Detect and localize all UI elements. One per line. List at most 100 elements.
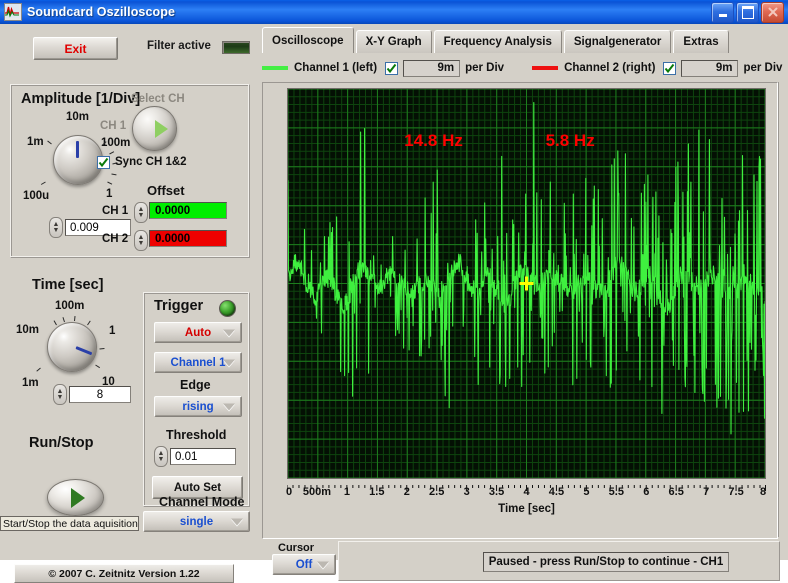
tab-extras[interactable]: Extras [673, 30, 729, 53]
offset-ch2-field[interactable]: ▲ ▼ [134, 230, 148, 251]
x-tick-label: 4.5 [548, 486, 565, 498]
channel-1-per-div-value[interactable]: 9m [403, 59, 461, 77]
x-tick-label: 6.5 [668, 486, 684, 498]
offset-ch2-spinner[interactable]: ▲ ▼ [134, 230, 148, 251]
channel-2-checkbox[interactable] [663, 61, 677, 75]
x-tick-label: 5.5 [608, 486, 624, 498]
offset-ch1-label: CH 1 [102, 205, 129, 217]
run-stop-tooltip: Start/Stop the data aquisition [0, 516, 139, 531]
window-controls [711, 1, 784, 23]
amplitude-tick-10m: 10m [66, 111, 90, 123]
tab-signalgenerator[interactable]: Signalgenerator [563, 30, 672, 53]
exit-button[interactable]: Exit [33, 37, 118, 60]
amplitude-tick-1m: 1m [27, 136, 44, 148]
time-value-field[interactable]: ▲ ▼ 8 [53, 384, 131, 405]
trigger-channel-value: Channel 1 [170, 356, 226, 369]
knob-tick [53, 320, 57, 326]
channel-1-color-swatch [262, 66, 288, 70]
status-bar: Paused - press Run/Stop to continue - CH… [338, 541, 780, 581]
cursor-dropdown[interactable]: Off [272, 554, 336, 575]
right-panel: Oscilloscope X-Y Graph Frequency Analysi… [258, 24, 788, 581]
amplitude-knob-pointer [76, 141, 79, 158]
time-tick-100m: 100m [55, 300, 85, 312]
run-stop-button[interactable] [47, 479, 104, 516]
channel-mode-value: single [179, 515, 214, 528]
window-title: Soundcard Oszilloscope [27, 5, 176, 19]
annotation-frequency-2: 5.8 Hz [545, 131, 595, 151]
offset-ch2-value[interactable]: 0.0000 [149, 230, 227, 247]
tab-xy-graph[interactable]: X-Y Graph [355, 30, 432, 53]
cursor-value: Off [295, 558, 313, 571]
time-knob[interactable] [47, 322, 97, 372]
tab-bar: Oscilloscope X-Y Graph Frequency Analysi… [262, 27, 731, 53]
knob-tick [111, 173, 117, 176]
time-spinner[interactable]: ▲ ▼ [53, 384, 67, 405]
chevron-down-icon [231, 518, 243, 525]
channel-controls-row: Channel 1 (left) 9m per Div Channel 2 (r… [262, 57, 782, 79]
offset-ch1-spinner[interactable]: ▲ ▼ [134, 202, 148, 223]
channel-2-per-div-value[interactable]: 9m [681, 59, 739, 77]
offset-ch1-value[interactable]: 0.0000 [149, 202, 227, 219]
x-tick-label: 7 [703, 486, 710, 498]
app-window: Soundcard Oszilloscope Exit Filter activ… [0, 0, 788, 583]
knob-tick [62, 317, 65, 323]
filter-active-indicator [222, 41, 250, 54]
x-tick-label: 1.5 [369, 486, 385, 498]
channel-mode-dropdown[interactable]: single [143, 511, 250, 532]
x-tick-label: 2 [403, 486, 410, 498]
trigger-panel: Trigger Auto Channel 1 Edge rising Thres… [143, 292, 250, 507]
trigger-edge-dropdown[interactable]: rising [154, 396, 242, 417]
offset-ch1-field[interactable]: ▲ ▼ [134, 202, 148, 223]
time-panel: Time [sec] 100m 10m 1 1m 10 ▲ ▼ 8 [10, 272, 138, 422]
tab-frequency-analysis[interactable]: Frequency Analysis [433, 30, 562, 53]
select-ch-label: Select CH [131, 93, 185, 105]
knob-tick [107, 181, 113, 185]
time-value[interactable]: 8 [69, 386, 131, 403]
close-icon[interactable] [761, 1, 784, 23]
amplitude-panel: Amplitude [1/Div] 10m 1m 100m 100u 1 ▲ ▼… [10, 84, 250, 258]
time-knob-pointer [75, 346, 93, 356]
time-tick-1: 1 [109, 325, 116, 337]
trigger-threshold-field[interactable]: ▲ ▼ 0.01 [154, 446, 236, 467]
x-axis-labels: 0 500m 1 1.5 2 2.5 3 3.5 4 4.5 5 5.5 6 6.5 7 7.5 8 [285, 486, 767, 500]
left-control-column: Exit Filter active Amplitude [1/Div] 10m… [0, 24, 258, 583]
trigger-title: Trigger [154, 298, 204, 314]
chevron-down-icon [223, 403, 235, 410]
x-tick-label: 0 [285, 486, 293, 498]
trigger-threshold-value[interactable]: 0.01 [170, 448, 236, 465]
x-tick-label: 3 [463, 486, 470, 498]
time-title: Time [sec] [32, 277, 104, 293]
select-ch-value: CH 1 [100, 120, 127, 132]
sync-channels-checkbox[interactable] [97, 156, 110, 169]
x-tick-label: 2.5 [429, 486, 445, 498]
offset-title: Offset [147, 183, 185, 198]
channel-2-per-div-label: per Div [743, 62, 783, 74]
x-tick-label: 8 [759, 486, 767, 498]
amplitude-knob[interactable] [53, 135, 103, 185]
tab-oscilloscope[interactable]: Oscilloscope [262, 27, 354, 53]
knob-tick [74, 315, 76, 322]
trigger-channel-dropdown[interactable]: Channel 1 [154, 352, 242, 373]
x-tick-label: 500m [302, 486, 332, 498]
x-axis-title: Time [sec] [498, 503, 555, 515]
plot-area[interactable]: 14.8 Hz 5.8 Hz [287, 88, 766, 479]
chevron-down-icon [223, 329, 235, 336]
trigger-threshold-label: Threshold [166, 428, 227, 442]
chevron-down-icon [317, 561, 329, 568]
amplitude-spinner[interactable]: ▲ ▼ [49, 217, 63, 238]
run-stop-title: Run/Stop [29, 435, 94, 451]
trigger-led [219, 300, 236, 317]
trigger-mode-dropdown[interactable]: Auto [154, 322, 242, 343]
title-bar: Soundcard Oszilloscope [0, 0, 788, 25]
maximize-icon[interactable] [736, 1, 759, 23]
knob-tick [87, 320, 91, 326]
copyright-bar: © 2007 C. Zeitnitz Version 1.22 [14, 564, 234, 583]
threshold-spinner[interactable]: ▲ ▼ [154, 446, 168, 467]
channel-1-checkbox[interactable] [385, 61, 399, 75]
minimize-icon[interactable] [711, 1, 734, 23]
knob-tick [36, 367, 41, 372]
select-ch-knob[interactable] [132, 106, 177, 151]
knob-tick [109, 151, 115, 155]
graph-scroll-rail[interactable] [778, 82, 788, 537]
x-tick-label: 4 [523, 486, 530, 498]
